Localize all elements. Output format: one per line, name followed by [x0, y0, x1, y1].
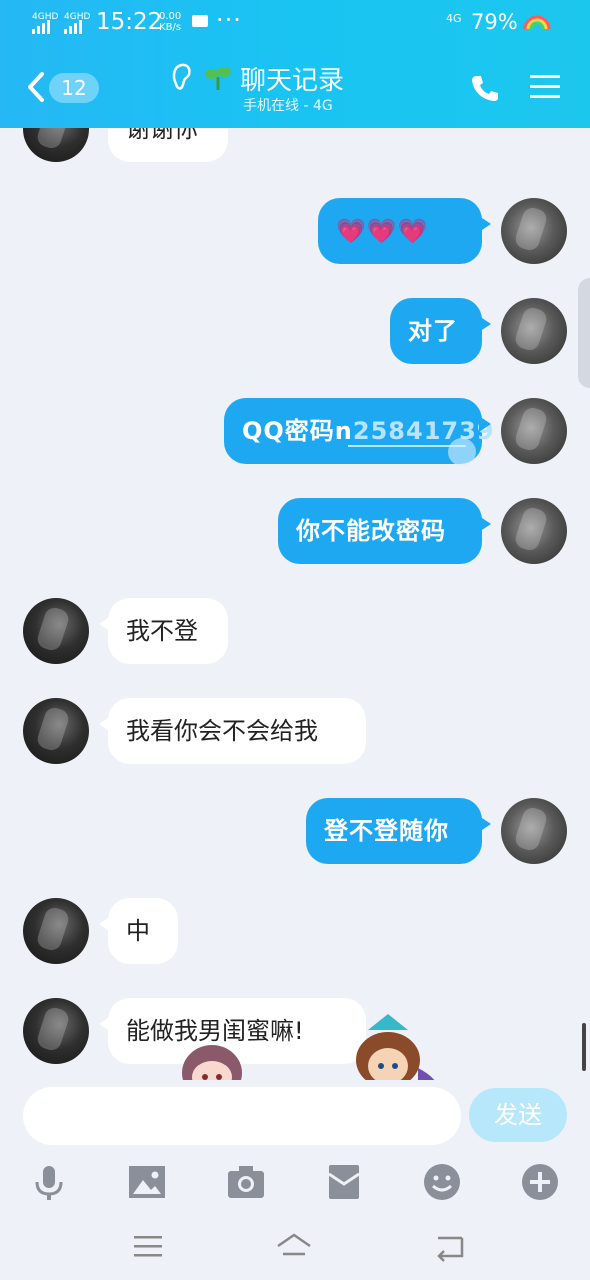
side-drawer-handle[interactable] [578, 278, 590, 388]
chat-header: 4GHD 4GHD 15:22 0.00 KB/s ··· 4G 79% 12 [0, 0, 590, 128]
emoji-icon[interactable] [422, 1162, 462, 1202]
network-speed-unit: KB/s [159, 22, 182, 33]
phone-call-icon[interactable] [470, 73, 500, 103]
input-toolbar [0, 1152, 590, 1212]
my-avatar[interactable] [501, 198, 567, 264]
my-avatar[interactable] [501, 498, 567, 564]
sprout-icon [205, 67, 231, 90]
incoming-message[interactable]: 我看你会不会给我 [99, 698, 366, 764]
contact-avatar[interactable] [23, 998, 89, 1064]
image-icon[interactable] [127, 1162, 167, 1202]
online-status: 手机在线 - 4G [243, 98, 333, 114]
my-avatar[interactable] [501, 798, 567, 864]
network-speed: 0.00 KB/s [159, 11, 181, 33]
system-nav-bar [0, 1212, 590, 1280]
menu-icon[interactable] [530, 73, 560, 101]
microphone-icon[interactable] [29, 1162, 69, 1202]
clock: 15:22 [96, 9, 163, 35]
scrollbar[interactable] [582, 1023, 586, 1071]
contact-avatar[interactable] [23, 128, 89, 162]
outgoing-message[interactable]: 登不登随你 [306, 798, 491, 864]
home-icon[interactable] [276, 1230, 312, 1262]
contact-avatar[interactable] [23, 598, 89, 664]
input-row: 发送 [0, 1080, 590, 1152]
my-avatar[interactable] [501, 298, 567, 364]
chat-title: 聊天记录 [240, 66, 345, 96]
camera-icon[interactable] [226, 1162, 266, 1202]
screen-record-icon [192, 15, 208, 27]
incoming-message[interactable]: 中 [99, 898, 178, 964]
send-button[interactable]: 发送 [469, 1088, 567, 1142]
outgoing-message[interactable]: 你不能改密码 [278, 498, 491, 564]
incoming-message[interactable]: 谢谢你 [99, 128, 228, 162]
signal-bars-1-icon [32, 20, 50, 34]
ear-icon [172, 63, 191, 90]
outgoing-message[interactable]: 对了 [390, 298, 491, 364]
message-list[interactable]: 谢谢你 💗💗💗 对了 QQ密码n25841739 你不能改密码 我不登 我看你会… [0, 128, 590, 1080]
outgoing-message[interactable]: 💗💗💗 [318, 198, 491, 264]
unread-count-badge[interactable]: 12 [49, 73, 99, 103]
my-avatar[interactable] [501, 398, 567, 464]
touch-indicator [448, 438, 476, 466]
message-text: QQ密码n [242, 417, 353, 445]
message-input[interactable] [23, 1087, 461, 1145]
menu-icon[interactable] [130, 1230, 166, 1262]
network-type: 4G [446, 12, 462, 25]
signal-bars-2-icon [64, 20, 82, 34]
network-speed-value: 0.00 [159, 11, 182, 22]
red-packet-icon[interactable] [324, 1162, 364, 1202]
password-link[interactable]: 25841739 [353, 417, 495, 445]
rainbow-icon [523, 15, 551, 30]
incoming-message[interactable]: 我不登 [99, 598, 228, 664]
plus-icon[interactable] [520, 1162, 560, 1202]
more-notifications-icon: ··· [216, 6, 242, 34]
outgoing-message[interactable]: QQ密码n25841739 [224, 398, 493, 464]
anime-girl-sticker[interactable] [176, 1033, 248, 1080]
anime-warrior-sticker[interactable] [338, 1008, 438, 1080]
contact-avatar[interactable] [23, 698, 89, 764]
battery-level: 79% [471, 10, 518, 34]
status-bar: 4GHD 4GHD 15:22 0.00 KB/s ··· 4G 79% [0, 0, 590, 46]
contact-avatar[interactable] [23, 898, 89, 964]
back-icon[interactable] [432, 1230, 468, 1262]
